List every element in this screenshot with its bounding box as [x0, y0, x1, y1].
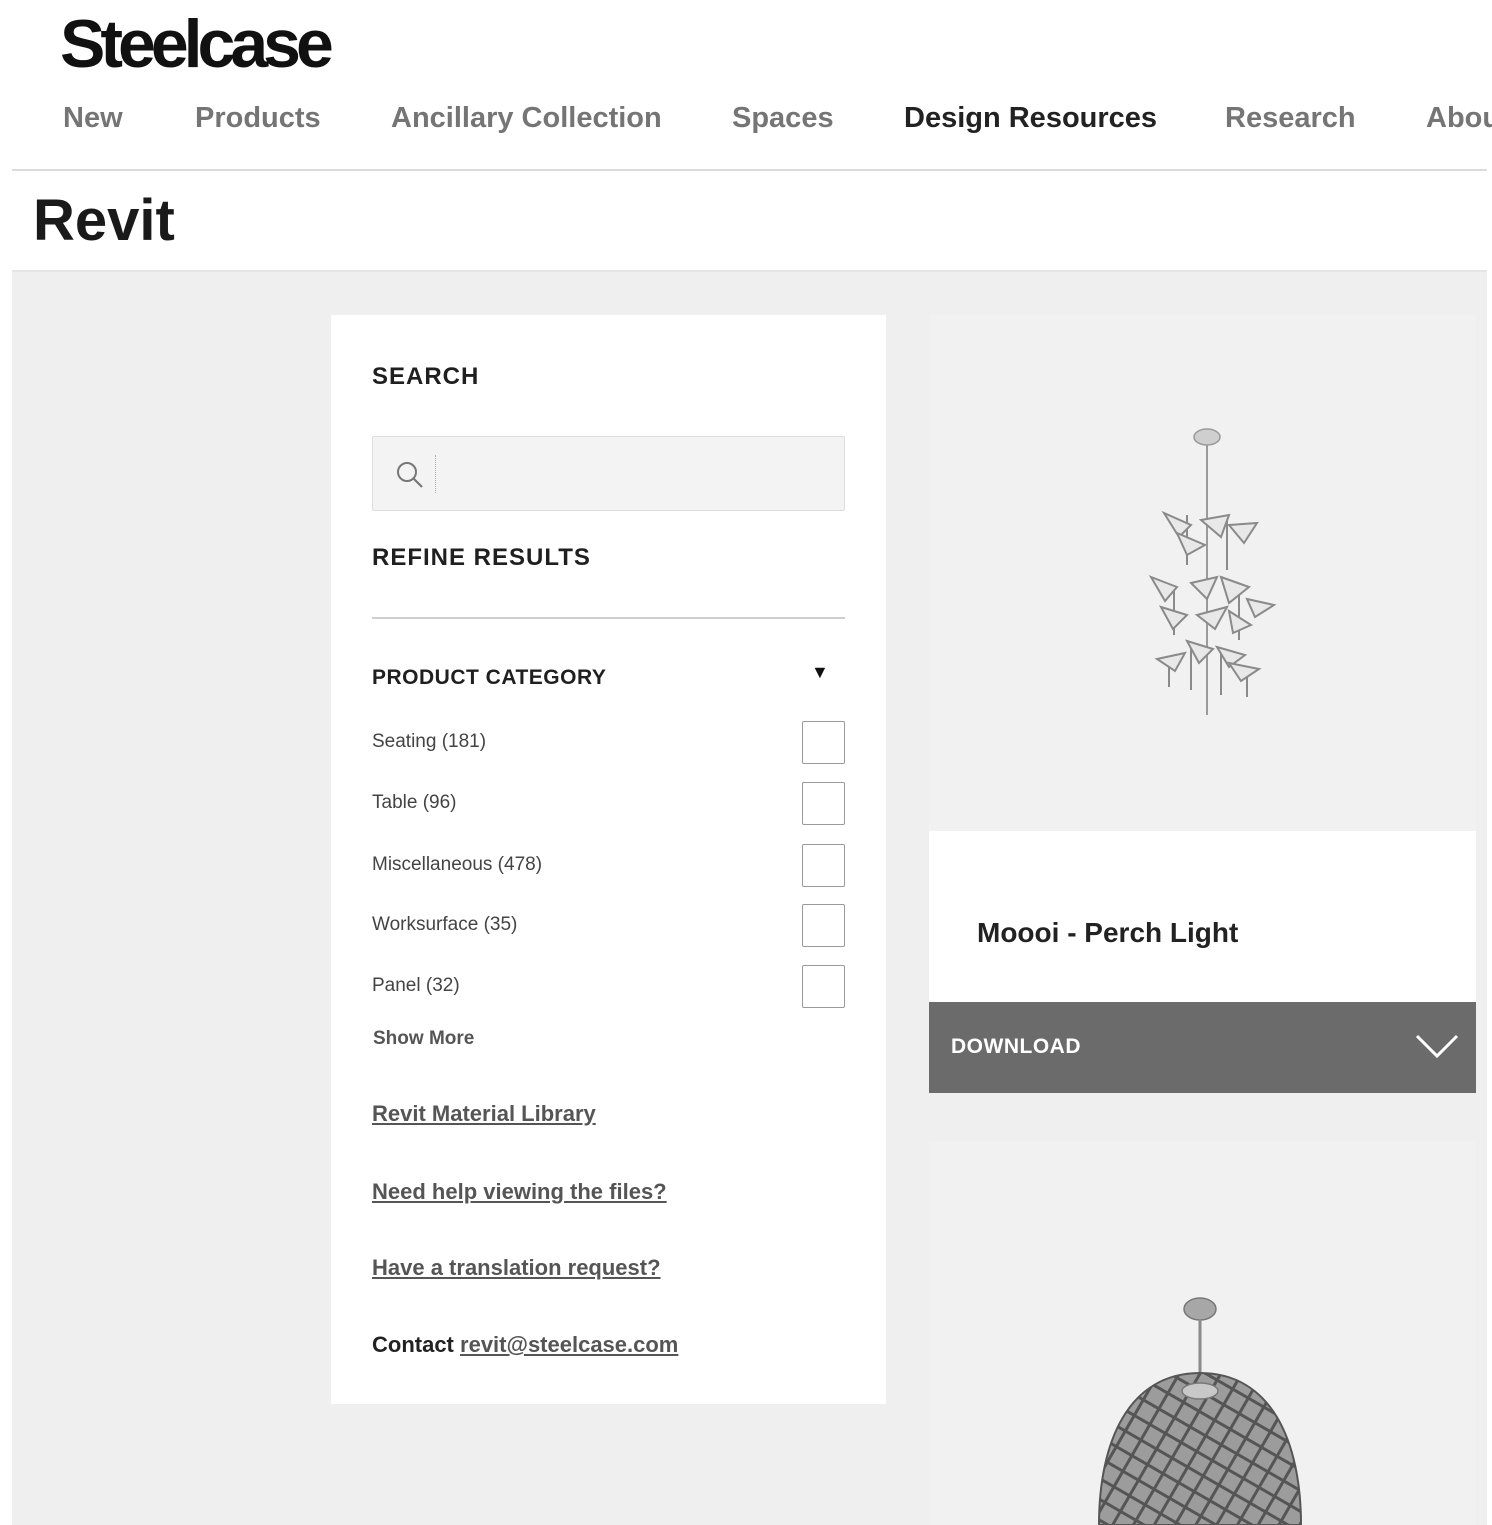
category-label: Seating (181) [372, 731, 487, 752]
revit-material-library-link[interactable]: Revit Material Library [372, 1101, 596, 1127]
search-input[interactable] [435, 455, 825, 493]
refine-divider [372, 617, 845, 619]
product-image[interactable] [929, 315, 1476, 831]
chevron-down-icon [1415, 1034, 1459, 1059]
category-checkbox[interactable] [802, 782, 845, 825]
contact-line: Contact revit@steelcase.com [372, 1332, 678, 1358]
category-label: Worksurface (35) [372, 914, 518, 935]
download-button[interactable]: DOWNLOAD [929, 1002, 1476, 1093]
nav-item-products[interactable]: Products [195, 98, 321, 138]
search-heading: SEARCH [372, 363, 480, 390]
category-item-miscellaneous[interactable]: Miscellaneous (478) [372, 844, 845, 888]
pendant-lamp-image[interactable] [929, 1141, 1476, 1525]
nav-item-design-resources[interactable]: Design Resources [904, 98, 1157, 138]
category-checkbox[interactable] [802, 965, 845, 1008]
contact-email-link[interactable]: revit@steelcase.com [460, 1332, 678, 1357]
page-title: Revit [33, 188, 175, 253]
nav-item-new[interactable]: New [63, 98, 123, 138]
translation-request-link[interactable]: Have a translation request? [372, 1255, 661, 1281]
main-nav: New Products Ancillary Collection Spaces… [0, 98, 1492, 142]
category-item-seating[interactable]: Seating (181) [372, 721, 845, 765]
category-label: Table (96) [372, 792, 457, 813]
category-checkbox[interactable] [802, 721, 845, 764]
contact-prefix: Contact [372, 1332, 454, 1357]
product-card: Moooi - Perch Light DOWNLOAD [929, 315, 1476, 1093]
show-more-link[interactable]: Show More [373, 1028, 474, 1050]
nav-item-about[interactable]: About [1426, 98, 1492, 138]
category-label: Panel (32) [372, 975, 460, 996]
category-item-panel[interactable]: Panel (32) [372, 965, 845, 1009]
product-card [929, 1141, 1476, 1525]
search-box[interactable] [372, 436, 845, 511]
nav-item-spaces[interactable]: Spaces [732, 98, 834, 138]
product-name[interactable]: Moooi - Perch Light [977, 917, 1238, 949]
refine-results-heading: REFINE RESULTS [372, 544, 591, 571]
nav-item-ancillary-collection[interactable]: Ancillary Collection [391, 98, 662, 138]
category-checkbox[interactable] [802, 844, 845, 887]
product-category-heading: PRODUCT CATEGORY [372, 666, 607, 689]
download-label: DOWNLOAD [951, 1035, 1081, 1058]
category-checkbox[interactable] [802, 904, 845, 947]
filter-panel: SEARCH REFINE RESULTS PRODUCT CATEGORY ▼… [331, 315, 886, 1404]
caret-down-icon[interactable]: ▼ [811, 660, 829, 684]
help-viewing-files-link[interactable]: Need help viewing the files? [372, 1179, 667, 1205]
steelcase-logo[interactable]: Steelcase [60, 6, 334, 82]
category-item-worksurface[interactable]: Worksurface (35) [372, 904, 845, 948]
search-icon [397, 462, 423, 488]
category-label: Miscellaneous (478) [372, 854, 543, 875]
category-item-table[interactable]: Table (96) [372, 782, 845, 826]
nav-divider [12, 169, 1487, 171]
perch-light-image [1148, 428, 1277, 715]
nav-item-research[interactable]: Research [1225, 98, 1356, 138]
